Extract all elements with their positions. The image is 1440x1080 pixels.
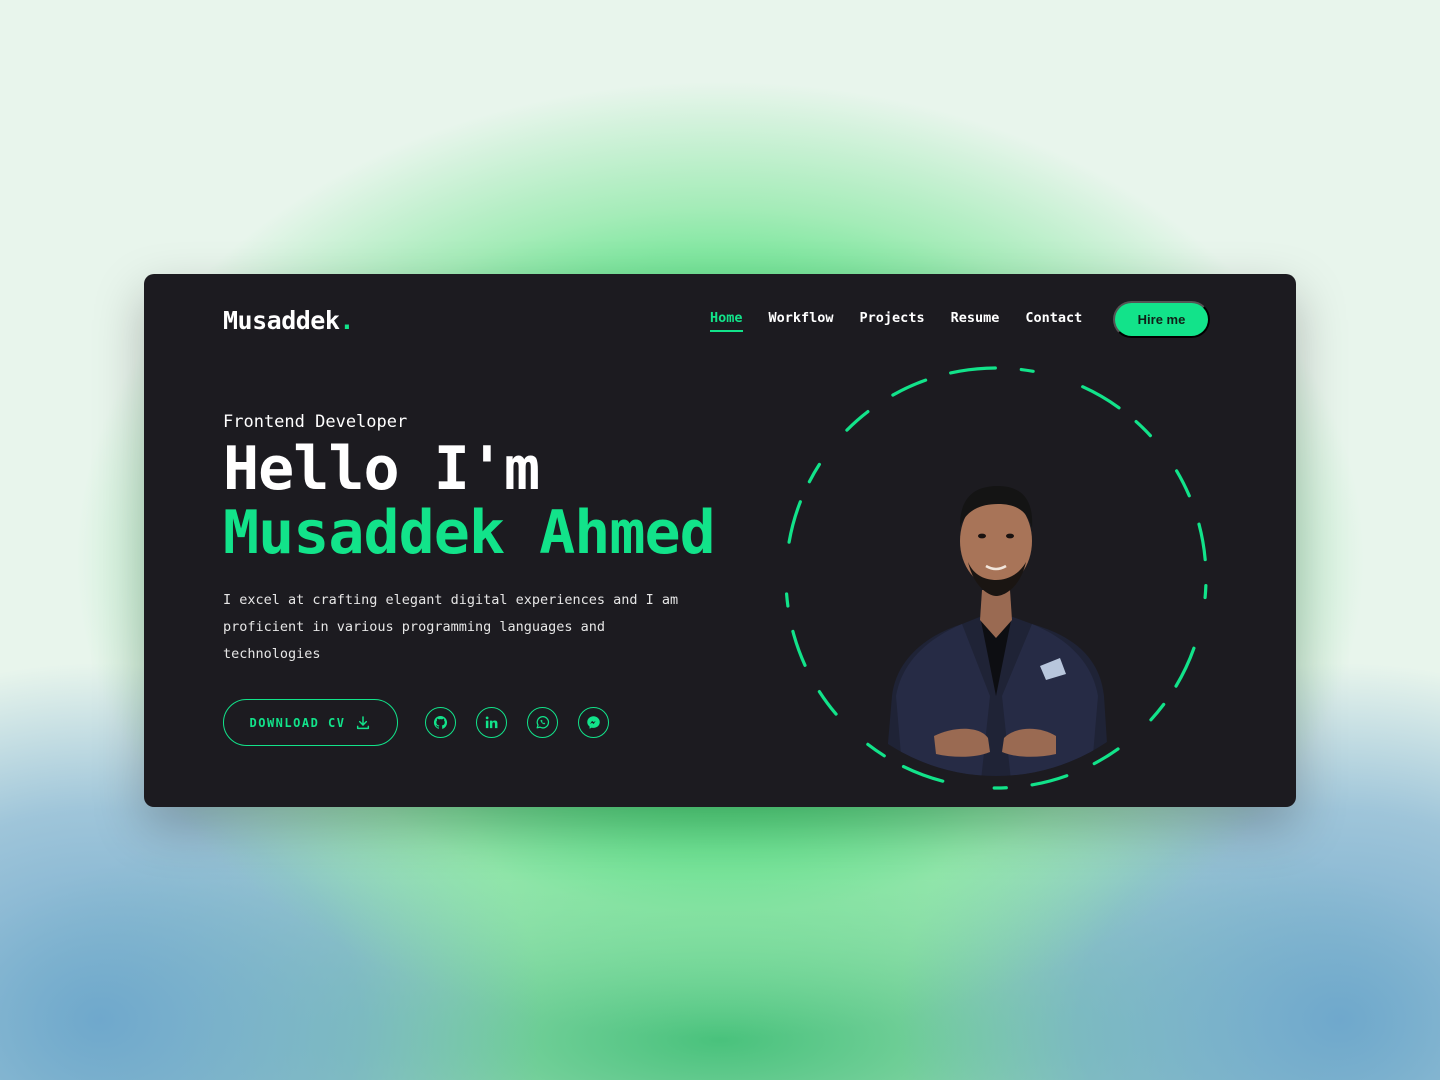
- github-icon: [433, 715, 448, 729]
- nav-item-workflow[interactable]: Workflow: [769, 310, 834, 332]
- download-cv-button[interactable]: DOWNLOAD CV: [223, 699, 398, 746]
- role-subtitle: Frontend Developer: [223, 412, 408, 432]
- brand-dot: .: [339, 306, 354, 335]
- whatsapp-icon: [536, 716, 550, 729]
- portrait-section: [784, 366, 1208, 790]
- hero-description: I excel at crafting elegant digital expe…: [223, 592, 679, 662]
- brand-name: Musaddek: [223, 306, 340, 335]
- main-nav: Home Workflow Projects Resume Contact: [710, 310, 1108, 332]
- nav-item-projects[interactable]: Projects: [860, 310, 925, 332]
- messenger-link[interactable]: [578, 707, 609, 738]
- portrait-photo: [884, 486, 1110, 776]
- social-links: [425, 707, 609, 738]
- brand-logo[interactable]: Musaddek.: [223, 306, 354, 335]
- hero-greeting: Hello I'm: [223, 434, 540, 504]
- nav-item-resume[interactable]: Resume: [951, 310, 1000, 332]
- download-icon: [357, 715, 370, 729]
- github-link[interactable]: [425, 707, 456, 738]
- nav-item-contact[interactable]: Contact: [1025, 310, 1082, 332]
- nav-item-home[interactable]: Home: [710, 310, 743, 332]
- portfolio-window: Musaddek. Home Workflow Projects Resume …: [144, 274, 1296, 807]
- linkedin-icon: [485, 716, 498, 729]
- messenger-icon: [587, 716, 600, 729]
- download-cv-label: DOWNLOAD CV: [249, 715, 346, 730]
- linkedin-link[interactable]: [476, 707, 507, 738]
- whatsapp-link[interactable]: [527, 707, 558, 738]
- hire-me-button[interactable]: Hire me: [1113, 301, 1210, 338]
- hero-name: Musaddek Ahmed: [223, 498, 716, 568]
